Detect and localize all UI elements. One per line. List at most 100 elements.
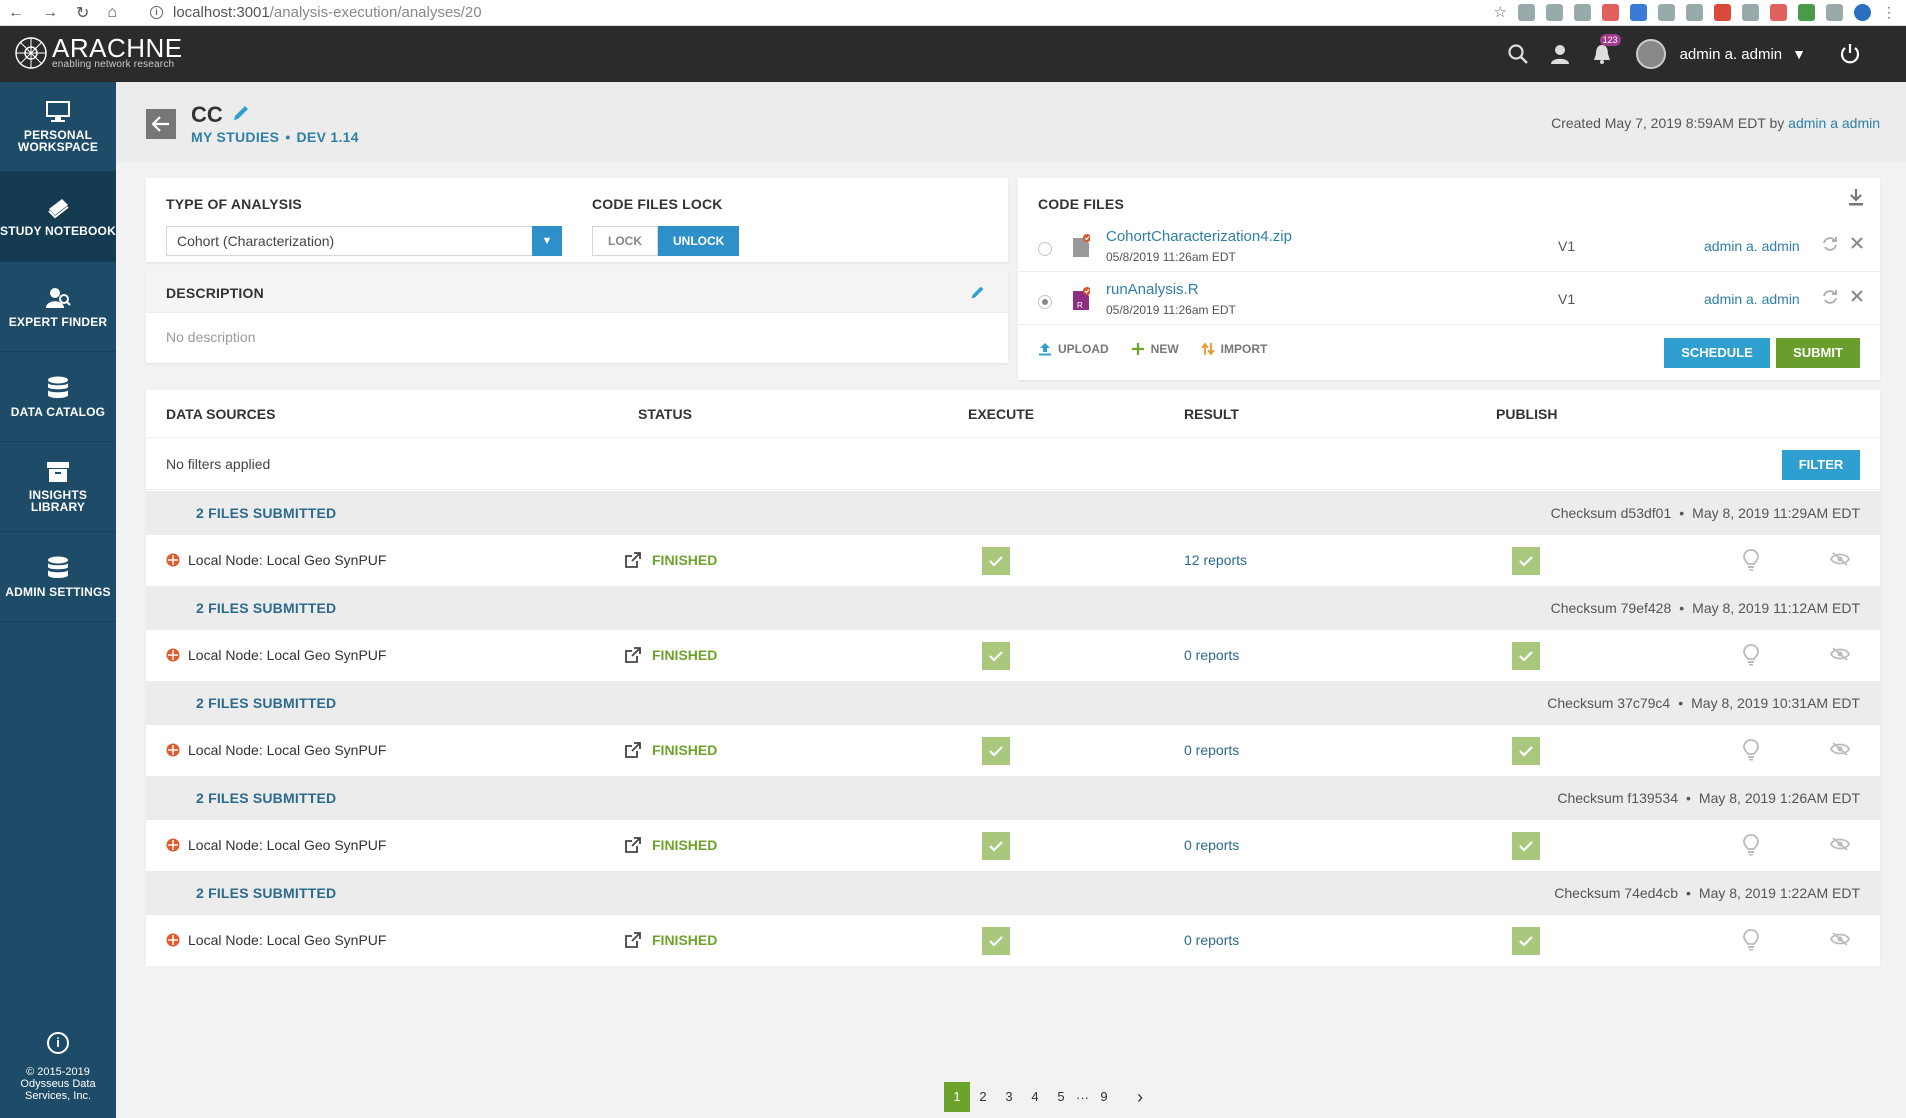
pencil-icon[interactable] bbox=[970, 285, 985, 300]
publish-checkbox[interactable] bbox=[1512, 547, 1540, 575]
extension-icon[interactable] bbox=[1798, 3, 1815, 21]
lightbulb-icon[interactable] bbox=[1742, 834, 1760, 856]
profile-icon[interactable] bbox=[1854, 3, 1871, 21]
extension-icon[interactable] bbox=[1630, 3, 1647, 21]
page-5[interactable]: 5 bbox=[1048, 1082, 1074, 1112]
power-icon[interactable] bbox=[1838, 42, 1862, 66]
info-icon[interactable]: i bbox=[47, 1032, 69, 1054]
back-button[interactable] bbox=[146, 109, 176, 139]
schedule-button[interactable]: SCHEDULE bbox=[1664, 338, 1770, 368]
extension-icon[interactable] bbox=[1714, 3, 1731, 21]
forward-arrow-icon[interactable]: → bbox=[42, 4, 58, 22]
extension-icon[interactable] bbox=[1826, 3, 1843, 21]
page-3[interactable]: 3 bbox=[996, 1082, 1022, 1112]
import-button[interactable]: IMPORT bbox=[1200, 342, 1267, 356]
result-link[interactable]: 0 reports bbox=[1184, 647, 1239, 663]
created-by-link[interactable]: admin a admin bbox=[1788, 115, 1880, 131]
file-radio[interactable] bbox=[1038, 295, 1052, 309]
breadcrumb-study[interactable]: DEV 1.14 bbox=[297, 129, 359, 145]
eye-slash-icon[interactable] bbox=[1830, 836, 1850, 852]
lock-button[interactable]: LOCK bbox=[592, 226, 658, 256]
external-link-icon[interactable] bbox=[624, 646, 642, 664]
refresh-icon[interactable] bbox=[1822, 289, 1838, 305]
data-node-name[interactable]: Local Node: Local Geo SynPUF bbox=[188, 932, 386, 948]
data-node-name[interactable]: Local Node: Local Geo SynPUF bbox=[188, 647, 386, 663]
avatar[interactable] bbox=[1635, 39, 1666, 69]
home-icon[interactable]: ⌂ bbox=[107, 4, 117, 22]
sidebar-item-insights-library[interactable]: INSIGHTS LIBRARY bbox=[0, 442, 116, 532]
file-name[interactable]: CohortCharacterization4.zip bbox=[1106, 228, 1292, 245]
execute-checkbox[interactable] bbox=[982, 832, 1010, 860]
code-file-row[interactable]: R runAnalysis.R 05/8/2019 11:26am EDT V1… bbox=[1018, 273, 1880, 325]
result-link[interactable]: 0 reports bbox=[1184, 837, 1239, 853]
close-icon[interactable] bbox=[1850, 289, 1864, 303]
arachne-logo[interactable]: ARACHNE enabling network research bbox=[14, 35, 183, 70]
file-radio[interactable] bbox=[1038, 242, 1052, 256]
sidebar-item-data-catalog[interactable]: DATA CATALOG bbox=[0, 352, 116, 442]
unlock-button[interactable]: UNLOCK bbox=[658, 226, 740, 256]
table-row[interactable]: Local Node: Local Geo SynPUF FINISHED 0 re… bbox=[146, 915, 1880, 966]
code-file-row[interactable]: CohortCharacterization4.zip 05/8/2019 11… bbox=[1018, 220, 1880, 272]
analysis-type-select[interactable]: Cohort (Characterization) ▼ bbox=[166, 226, 562, 256]
external-link-icon[interactable] bbox=[624, 836, 642, 854]
eye-slash-icon[interactable] bbox=[1830, 551, 1850, 567]
external-link-icon[interactable] bbox=[624, 931, 642, 949]
table-row[interactable]: Local Node: Local Geo SynPUF FINISHED 0 re… bbox=[146, 820, 1880, 871]
extension-icon[interactable] bbox=[1602, 3, 1619, 21]
publish-checkbox[interactable] bbox=[1512, 832, 1540, 860]
submit-button[interactable]: SUBMIT bbox=[1776, 338, 1860, 368]
sidebar-item-admin-settings[interactable]: ADMIN SETTINGS bbox=[0, 532, 116, 622]
dropdown-arrow-icon[interactable]: ▼ bbox=[532, 226, 562, 256]
extension-icon[interactable] bbox=[1546, 3, 1563, 21]
result-link[interactable]: 0 reports bbox=[1184, 932, 1239, 948]
user-icon[interactable] bbox=[1548, 42, 1572, 66]
eye-slash-icon[interactable] bbox=[1830, 741, 1850, 757]
new-file-button[interactable]: NEW bbox=[1131, 342, 1179, 356]
lightbulb-icon[interactable] bbox=[1742, 549, 1760, 571]
publish-checkbox[interactable] bbox=[1512, 927, 1540, 955]
reload-icon[interactable]: ↻ bbox=[76, 3, 89, 23]
result-link[interactable]: 0 reports bbox=[1184, 742, 1239, 758]
lightbulb-icon[interactable] bbox=[1742, 739, 1760, 761]
user-name[interactable]: admin a. admin bbox=[1680, 46, 1783, 63]
publish-checkbox[interactable] bbox=[1512, 642, 1540, 670]
filter-button[interactable]: FILTER bbox=[1782, 450, 1860, 480]
notifications-button[interactable]: 123 bbox=[1590, 34, 1621, 66]
refresh-icon[interactable] bbox=[1822, 236, 1838, 252]
extension-icon[interactable] bbox=[1574, 3, 1591, 21]
page-1[interactable]: 1 bbox=[944, 1082, 970, 1112]
sidebar-item-study-notebook[interactable]: STUDY NOTEBOOK bbox=[0, 172, 116, 262]
back-arrow-icon[interactable]: ← bbox=[8, 4, 24, 22]
sidebar-item-personal-workspace[interactable]: PERSONAL WORKSPACE bbox=[0, 82, 116, 172]
extension-icon[interactable] bbox=[1518, 3, 1535, 21]
breadcrumb-my-studies[interactable]: MY STUDIES bbox=[191, 129, 279, 145]
lightbulb-icon[interactable] bbox=[1742, 644, 1760, 666]
lightbulb-icon[interactable] bbox=[1742, 929, 1760, 951]
extension-icon[interactable] bbox=[1742, 3, 1759, 21]
result-link[interactable]: 12 reports bbox=[1184, 552, 1247, 568]
pencil-icon[interactable] bbox=[232, 104, 250, 122]
page-last[interactable]: 9 bbox=[1091, 1082, 1117, 1112]
data-node-name[interactable]: Local Node: Local Geo SynPUF bbox=[188, 742, 386, 758]
menu-dots-icon[interactable]: ⋮ bbox=[1882, 4, 1896, 21]
sidebar-item-expert-finder[interactable]: EXPERT FINDER bbox=[0, 262, 116, 352]
execute-checkbox[interactable] bbox=[982, 737, 1010, 765]
caret-down-icon[interactable]: ▼ bbox=[1792, 46, 1806, 62]
data-node-name[interactable]: Local Node: Local Geo SynPUF bbox=[188, 837, 386, 853]
extension-icon[interactable] bbox=[1770, 3, 1787, 21]
file-author[interactable]: admin a. admin bbox=[1704, 238, 1800, 254]
eye-slash-icon[interactable] bbox=[1830, 646, 1850, 662]
address-bar[interactable]: i localhost:3001/analysis-execution/anal… bbox=[150, 4, 482, 21]
page-2[interactable]: 2 bbox=[970, 1082, 996, 1112]
external-link-icon[interactable] bbox=[624, 551, 642, 569]
upload-button[interactable]: UPLOAD bbox=[1038, 342, 1109, 356]
next-page-button[interactable]: › bbox=[1127, 1082, 1153, 1112]
eye-slash-icon[interactable] bbox=[1830, 931, 1850, 947]
page-4[interactable]: 4 bbox=[1022, 1082, 1048, 1112]
table-row[interactable]: Local Node: Local Geo SynPUF FINISHED 0 re… bbox=[146, 630, 1880, 681]
publish-checkbox[interactable] bbox=[1512, 737, 1540, 765]
table-row[interactable]: Local Node: Local Geo SynPUF FINISHED 0 re… bbox=[146, 725, 1880, 776]
star-icon[interactable]: ☆ bbox=[1494, 3, 1507, 21]
execute-checkbox[interactable] bbox=[982, 547, 1010, 575]
extension-icon[interactable] bbox=[1686, 3, 1703, 21]
